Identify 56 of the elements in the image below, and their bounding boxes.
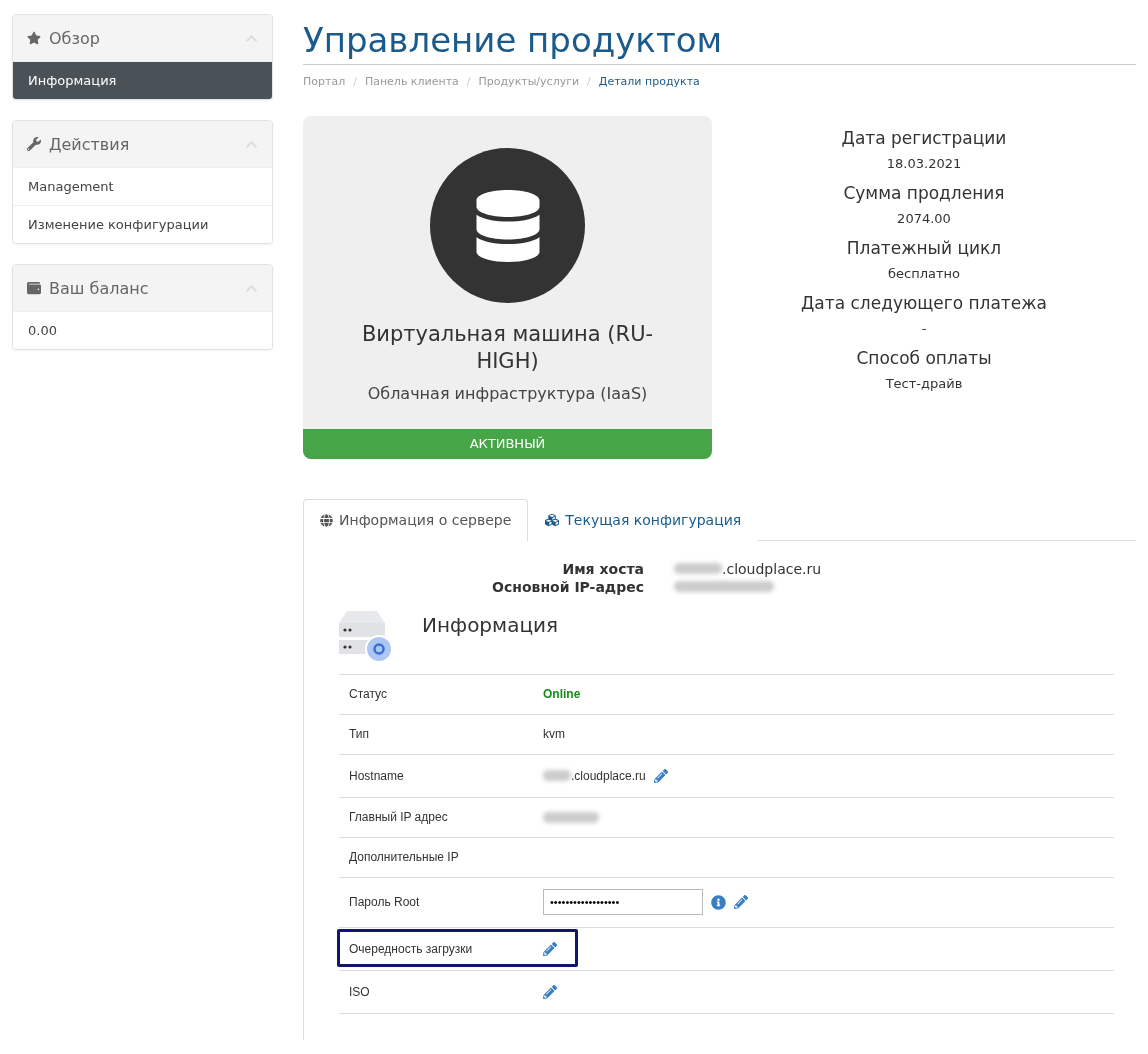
- row-label: Дополнительные IP: [348, 850, 460, 865]
- server-icon: [339, 608, 394, 664]
- detail-value: бесплатно: [888, 266, 960, 281]
- panel-header[interactable]: Действия: [13, 121, 272, 167]
- row-value: Online: [543, 687, 581, 702]
- row-label: ISO: [348, 984, 371, 999]
- row-value: kvm: [543, 727, 565, 742]
- detail-value: -: [921, 321, 927, 336]
- product-group: Облачная инфраструктура (IaaS): [367, 383, 648, 403]
- sidebar-item[interactable]: 0.00: [13, 311, 272, 349]
- panel-title: Действия: [49, 134, 131, 154]
- edit-icon[interactable]: [653, 768, 668, 783]
- breadcrumb-separator: /: [587, 75, 591, 88]
- star-icon: [27, 31, 41, 45]
- detail-label: Сумма продления: [843, 183, 1005, 203]
- wallet-icon: [27, 281, 41, 295]
- detail-value: Тест-драйв: [885, 376, 963, 391]
- cubes-icon: [545, 513, 560, 528]
- globe-icon: [320, 513, 333, 527]
- detail-value: 2074.00: [897, 211, 951, 226]
- edit-icon[interactable]: [734, 895, 748, 910]
- product-name: Виртуальная машина (RU-HIGH): [360, 321, 655, 376]
- breadcrumb-link[interactable]: Детали продукта: [598, 75, 700, 88]
- row-label: Hostname: [348, 768, 405, 783]
- page-title: Управление продуктом: [303, 20, 1136, 65]
- password-field[interactable]: ••••••••••••••••••: [543, 889, 703, 916]
- detail-label: Дата регистрации: [841, 128, 1007, 148]
- sidebar-item[interactable]: Информация: [13, 61, 272, 99]
- row-label: Главный IP адрес: [348, 810, 449, 825]
- row-label: Очередность загрузки: [348, 941, 474, 956]
- panel-title: Ваш баланс: [49, 278, 150, 298]
- summary-label: Основной IP-адрес: [491, 578, 644, 595]
- wrench-icon: [27, 137, 41, 151]
- row-label: Статус: [348, 687, 388, 702]
- panel-title: Обзор: [49, 28, 101, 48]
- info-icon[interactable]: [711, 894, 726, 910]
- detail-label: Платежный цикл: [846, 238, 1002, 258]
- detail-value: 18.03.2021: [886, 156, 962, 171]
- edit-icon[interactable]: [543, 984, 557, 999]
- summary-value: .cloudplace.ru: [722, 560, 822, 577]
- tab[interactable]: Информация о сервере: [303, 498, 529, 541]
- summary-label: Имя хоста: [561, 560, 644, 577]
- sidebar-item[interactable]: Изменение конфигурации: [13, 205, 272, 243]
- detail-label: Способ оплаты: [856, 348, 992, 368]
- edit-icon[interactable]: [543, 941, 557, 956]
- status-bar: АКТИВНЫЙ: [303, 428, 712, 459]
- row-label: Тип: [348, 727, 370, 742]
- section-title: Информация: [422, 612, 559, 637]
- row-label: Пароль Root: [348, 895, 421, 910]
- sidebar-item[interactable]: Management: [13, 167, 272, 205]
- panel-header[interactable]: Ваш баланс: [13, 265, 272, 311]
- breadcrumb-separator: /: [466, 75, 471, 88]
- row-value: .cloudplace.ru: [571, 768, 646, 783]
- breadcrumb-separator: /: [353, 75, 357, 88]
- detail-label: Дата следующего платежа: [801, 293, 1047, 313]
- panel-header[interactable]: Обзор: [13, 15, 272, 61]
